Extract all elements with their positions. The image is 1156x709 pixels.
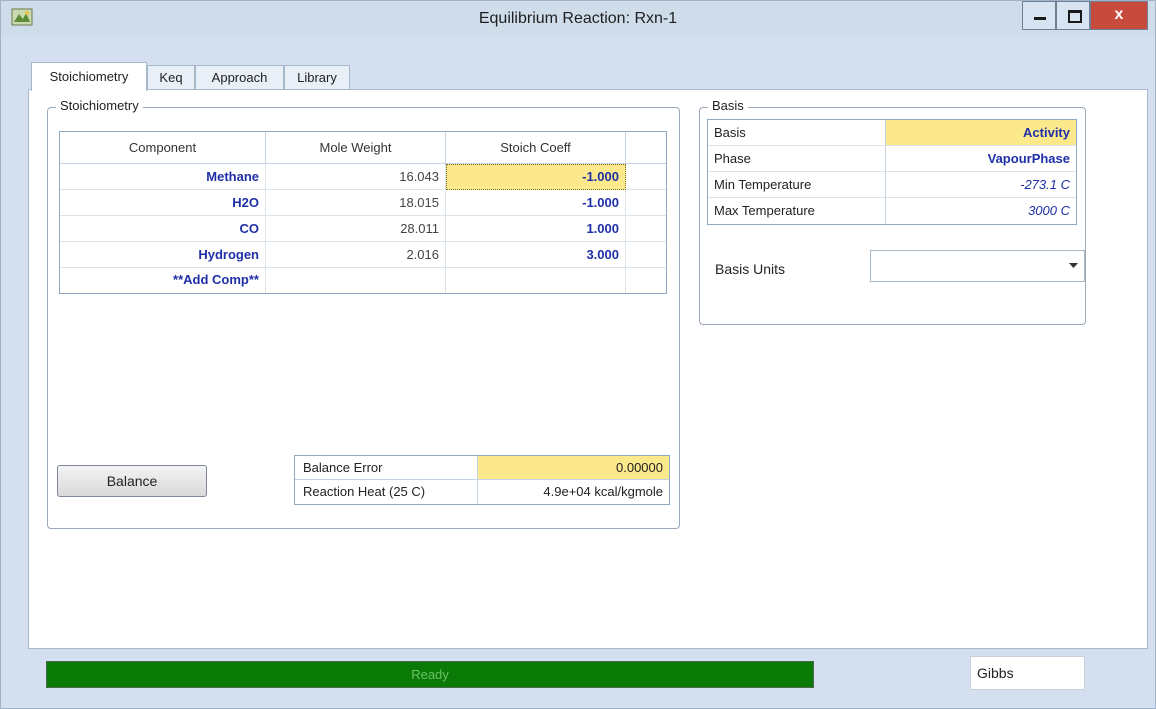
balance-button[interactable]: Balance [57, 465, 207, 497]
balance-error-label: Balance Error [295, 456, 478, 480]
chevron-down-icon [1069, 263, 1078, 268]
mole-weight-cell: 16.043 [266, 164, 446, 190]
phase-value-dropdown[interactable]: VapourPhase [886, 146, 1076, 172]
stoich-coeff-cell[interactable]: -1.000 [446, 164, 626, 190]
mole-weight-cell [266, 268, 446, 293]
balance-error-value: 0.00000 [478, 456, 669, 480]
stoichiometry-group-title: Stoichiometry [56, 98, 143, 113]
row-filler [626, 216, 666, 242]
stoich-coeff-cell[interactable]: 3.000 [446, 242, 626, 268]
component-cell[interactable]: Hydrogen [60, 242, 266, 268]
status-bar: Ready [46, 661, 814, 688]
basis-group-title: Basis [708, 98, 748, 113]
row-filler [626, 190, 666, 216]
stoich-coeff-cell[interactable]: 1.000 [446, 216, 626, 242]
basis-units-label: Basis Units [715, 261, 786, 277]
method-indicator: Gibbs [970, 656, 1085, 690]
col-header-stoich-coeff[interactable]: Stoich Coeff [446, 132, 626, 164]
min-temperature-input[interactable]: -273.1 C [886, 172, 1076, 198]
basis-label: Basis [708, 120, 886, 146]
basis-value-dropdown[interactable]: Activity [886, 120, 1076, 146]
balance-results-table: Balance Error 0.00000 Reaction Heat (25 … [294, 455, 670, 505]
minimize-button[interactable] [1022, 1, 1056, 30]
col-header-mole-weight[interactable]: Mole Weight [266, 132, 446, 164]
tab-library[interactable]: Library [284, 65, 350, 90]
phase-label: Phase [708, 146, 886, 172]
max-temperature-input[interactable]: 3000 C [886, 198, 1076, 224]
min-temperature-label: Min Temperature [708, 172, 886, 198]
reaction-heat-label: Reaction Heat (25 C) [295, 480, 478, 504]
add-component-cell[interactable]: **Add Comp** [60, 268, 266, 293]
mole-weight-cell: 28.011 [266, 216, 446, 242]
close-button[interactable]: x [1090, 1, 1148, 30]
stoich-coeff-cell[interactable]: -1.000 [446, 190, 626, 216]
tab-keq[interactable]: Keq [147, 65, 195, 90]
maximize-button[interactable] [1056, 1, 1090, 30]
reaction-heat-value: 4.9e+04 kcal/kgmole [543, 484, 663, 499]
tab-approach[interactable]: Approach [195, 65, 284, 90]
component-cell[interactable]: H2O [60, 190, 266, 216]
basis-units-value [877, 257, 1057, 277]
col-header-filler [626, 132, 666, 164]
tab-stoichiometry[interactable]: Stoichiometry [31, 62, 147, 91]
row-filler [626, 164, 666, 190]
basis-table: Basis Activity Phase VapourPhase Min Tem… [707, 119, 1077, 225]
mole-weight-cell: 2.016 [266, 242, 446, 268]
window-title: Equilibrium Reaction: Rxn-1 [478, 10, 678, 27]
basis-units-select[interactable] [870, 250, 1085, 282]
stoich-coeff-cell[interactable] [446, 268, 626, 293]
component-cell[interactable]: Methane [60, 164, 266, 190]
component-grid[interactable]: Component Mole Weight Stoich Coeff Metha… [59, 131, 667, 294]
title-bar[interactable]: Equilibrium Reaction: Rxn-1 x [1, 1, 1155, 37]
max-temperature-label: Max Temperature [708, 198, 886, 224]
mole-weight-cell: 18.015 [266, 190, 446, 216]
equilibrium-reaction-window: Equilibrium Reaction: Rxn-1 x Stoichiome… [0, 0, 1156, 709]
row-filler [626, 242, 666, 268]
component-cell[interactable]: CO [60, 216, 266, 242]
col-header-component[interactable]: Component [60, 132, 266, 164]
